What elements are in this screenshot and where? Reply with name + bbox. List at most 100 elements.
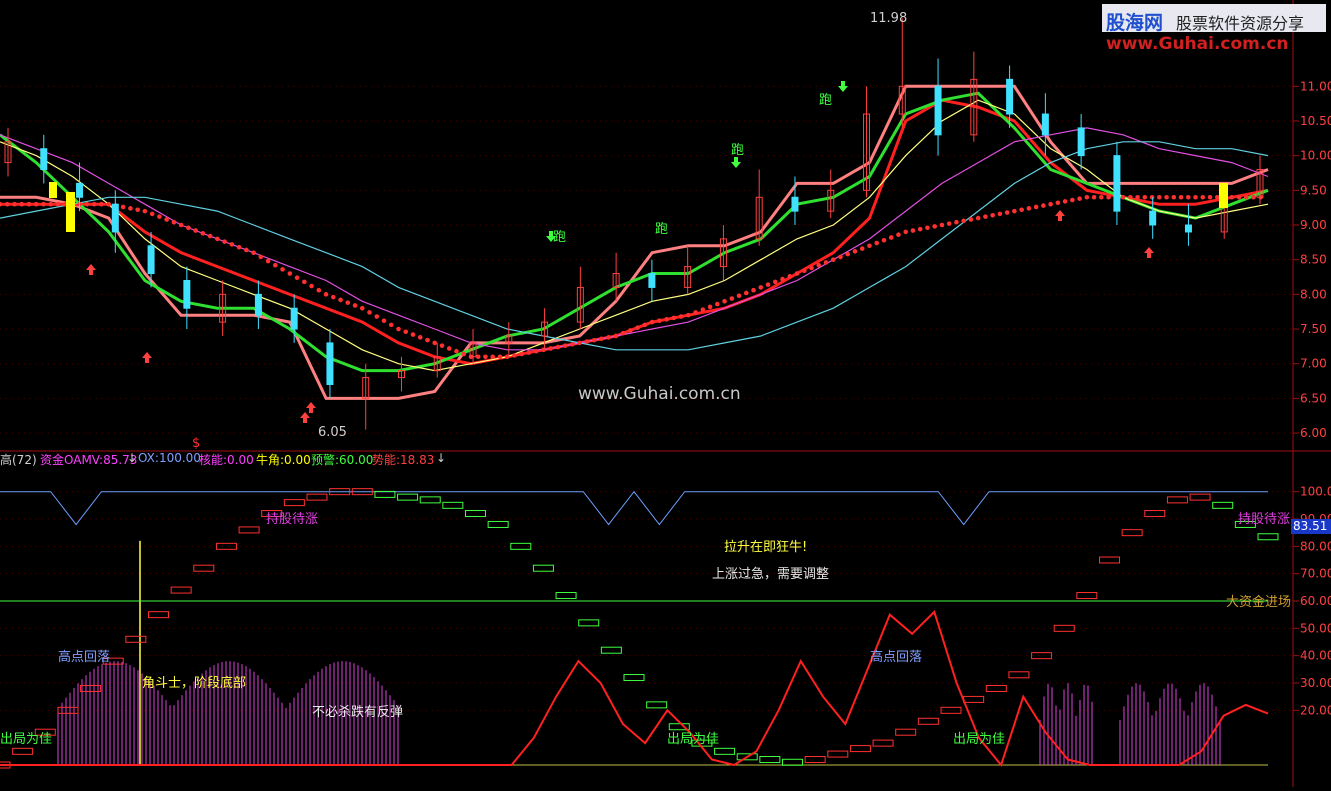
price-series-dot xyxy=(584,339,590,344)
price-series-dot xyxy=(693,310,698,315)
price-series-dot xyxy=(352,303,358,308)
candle-body xyxy=(111,203,119,233)
ind-step-box xyxy=(306,493,328,501)
candle-body xyxy=(290,307,298,330)
price-series-dot xyxy=(497,354,503,360)
price-series-dot xyxy=(562,343,568,348)
signal-bar xyxy=(1219,183,1228,208)
ind-step-box xyxy=(193,564,215,572)
ind-step-box xyxy=(215,542,237,550)
price-series-dot xyxy=(533,348,539,354)
header-item: 资金OAMV:85.73 xyxy=(40,453,138,467)
ind-tick-label: 40.00 xyxy=(1300,649,1331,663)
price-series-dot xyxy=(765,282,771,287)
price-series-dot xyxy=(628,328,633,333)
price-series-dot xyxy=(939,222,945,228)
price-series-dot xyxy=(888,235,894,240)
ind-step-box xyxy=(1076,592,1098,600)
price-series-dot xyxy=(142,208,148,214)
price-series-dot xyxy=(671,315,677,321)
candle-body xyxy=(648,273,656,288)
price-tick-label: 7.00 xyxy=(1300,357,1327,371)
candle-body xyxy=(791,196,799,212)
price-series-dot xyxy=(186,225,191,231)
price-series-dot xyxy=(816,262,822,268)
header-item: OX:100.00 xyxy=(138,451,201,465)
price-series-dot xyxy=(823,260,829,265)
price-series-dot xyxy=(1251,194,1256,200)
price-series-dot xyxy=(961,218,966,224)
price-series-dot xyxy=(1149,194,1155,200)
ind-step-box xyxy=(1099,556,1120,564)
price-series-dot xyxy=(1012,208,1017,214)
run-signal-label: 跑 xyxy=(731,143,745,158)
sell-arrow-icon xyxy=(731,157,741,168)
candle-body xyxy=(1149,210,1157,226)
price-series-dot xyxy=(490,354,496,360)
price-series-dot xyxy=(1135,194,1140,200)
center-watermark: www.Guhai.com.cn xyxy=(578,384,741,404)
price-series-dot xyxy=(323,292,329,297)
annot-big-money: 大资金进场 xyxy=(1226,595,1292,610)
price-series-dot xyxy=(0,201,3,207)
ind-step-box xyxy=(442,501,464,509)
price-series-dot xyxy=(446,346,452,351)
price-series-dot xyxy=(845,251,851,257)
header-item: ↓ xyxy=(127,451,138,465)
price-series-dot xyxy=(280,267,285,272)
price-series-dot xyxy=(809,265,814,271)
price-series-dot xyxy=(1178,194,1184,200)
candle-body xyxy=(934,85,942,136)
annot-high-fall-2: 高点回落 xyxy=(870,650,923,665)
price-series-dot xyxy=(526,350,532,355)
price-series-dot xyxy=(149,211,155,217)
signal-bar xyxy=(66,192,75,232)
price-series-dot xyxy=(903,229,909,235)
price-series-dot xyxy=(1106,194,1111,200)
logo-cn: 股海网 xyxy=(1106,12,1164,34)
price-series-dot xyxy=(707,304,713,310)
price-series-dot xyxy=(678,314,684,319)
run-signal-label: 跑 xyxy=(655,222,669,237)
price-series-dot xyxy=(896,232,901,238)
ind-step-box xyxy=(849,745,871,753)
price-series-dot xyxy=(33,201,39,207)
price-series-dot xyxy=(236,244,242,250)
price-series-dot xyxy=(729,296,735,301)
price-series-dot xyxy=(1033,204,1039,210)
header-item: 预警:60.00 xyxy=(311,453,374,467)
price-series-dot xyxy=(200,231,206,236)
buy-arrow-icon xyxy=(142,352,152,363)
price-series-dot xyxy=(620,330,626,336)
ind-step-box xyxy=(1257,533,1279,541)
price-series-dot xyxy=(1099,194,1104,200)
price-series-dot xyxy=(1214,194,1220,200)
price-series-dot xyxy=(483,354,488,360)
price-series-dot xyxy=(932,224,937,229)
ind-step-box xyxy=(759,756,781,764)
price-tick-label: 10.50 xyxy=(1300,114,1331,128)
header-item: 高(72) xyxy=(0,453,37,467)
price-series-dot xyxy=(1055,200,1061,206)
price-tick-label: 8.50 xyxy=(1300,253,1327,267)
price-series-dot xyxy=(309,283,314,289)
price-series-dot xyxy=(997,211,1003,217)
ind-step-box xyxy=(1189,493,1211,501)
price-tick-label: 7.50 xyxy=(1300,322,1327,336)
ind-step-box xyxy=(578,619,600,627)
price-series-dot xyxy=(171,219,177,225)
price-series-dot xyxy=(512,353,517,358)
price-series-dot xyxy=(403,329,409,335)
price-series-dot xyxy=(599,336,604,342)
run-signal-label: 跑 xyxy=(553,230,567,245)
price-series-dot xyxy=(852,249,858,254)
price-series-dot xyxy=(570,341,575,347)
ind-step-box xyxy=(1053,624,1075,632)
buy-arrow-icon xyxy=(306,402,316,413)
ind-step-box xyxy=(940,706,962,714)
price-series-dot xyxy=(135,207,140,213)
price-series-dot xyxy=(722,298,727,304)
price-series-dot xyxy=(1142,194,1148,200)
price-series-dot xyxy=(787,274,793,279)
ind-step-box xyxy=(714,747,736,755)
